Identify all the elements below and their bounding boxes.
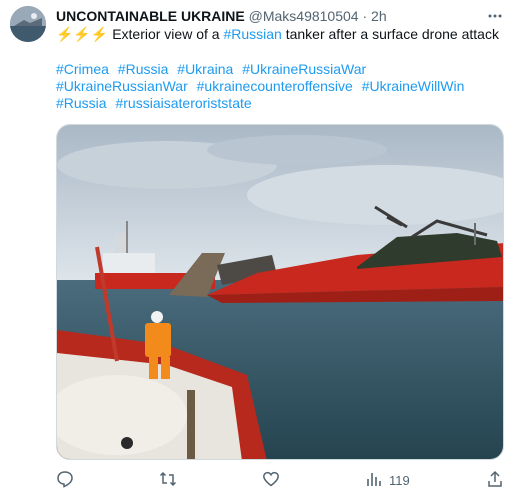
- views-button[interactable]: 119: [365, 470, 410, 491]
- tweet-photo[interactable]: [56, 124, 504, 460]
- views-icon: [365, 470, 383, 491]
- tweet-actions: 119: [56, 470, 504, 490]
- hashtag[interactable]: #UkraineRussianWar: [56, 78, 188, 94]
- hashtag[interactable]: #Russia: [118, 61, 169, 77]
- hashtag[interactable]: #UkraineRussiaWar: [242, 61, 366, 77]
- hashtag[interactable]: #russiaisateroriststate: [115, 95, 251, 111]
- tweet-text-end: tanker after a surface drone attack: [285, 26, 499, 42]
- share-icon[interactable]: [486, 470, 504, 488]
- views-count: 119: [389, 473, 410, 488]
- tweet-header: UNCONTAINABLE UKRAINE @Maks49810504 · 2h: [56, 7, 387, 25]
- lightning-emoji: ⚡⚡⚡: [56, 26, 109, 42]
- hashtag[interactable]: #Crimea: [56, 61, 109, 77]
- separator: ·: [362, 8, 368, 24]
- hashtag-link[interactable]: #Russian: [223, 26, 281, 42]
- hashtag-list: #Crimea #Russia #Ukraina #UkraineRussiaW…: [56, 61, 506, 112]
- hashtag[interactable]: #Russia: [56, 95, 107, 111]
- tweet-text-start: Exterior view of a: [112, 26, 224, 42]
- tweet-time[interactable]: 2h: [371, 8, 387, 24]
- author-handle[interactable]: @Maks49810504: [249, 8, 359, 24]
- retweet-icon[interactable]: [159, 470, 177, 488]
- hashtag[interactable]: #UkraineWillWin: [362, 78, 465, 94]
- hashtag[interactable]: #Ukraina: [177, 61, 233, 77]
- avatar[interactable]: [10, 6, 46, 42]
- like-icon[interactable]: [262, 470, 280, 488]
- author-name[interactable]: UNCONTAINABLE UKRAINE: [56, 8, 245, 24]
- reply-icon[interactable]: [56, 470, 74, 488]
- tweet-text: ⚡⚡⚡ Exterior view of a #Russian tanker a…: [56, 25, 506, 43]
- hashtag[interactable]: #ukrainecounteroffensive: [197, 78, 353, 94]
